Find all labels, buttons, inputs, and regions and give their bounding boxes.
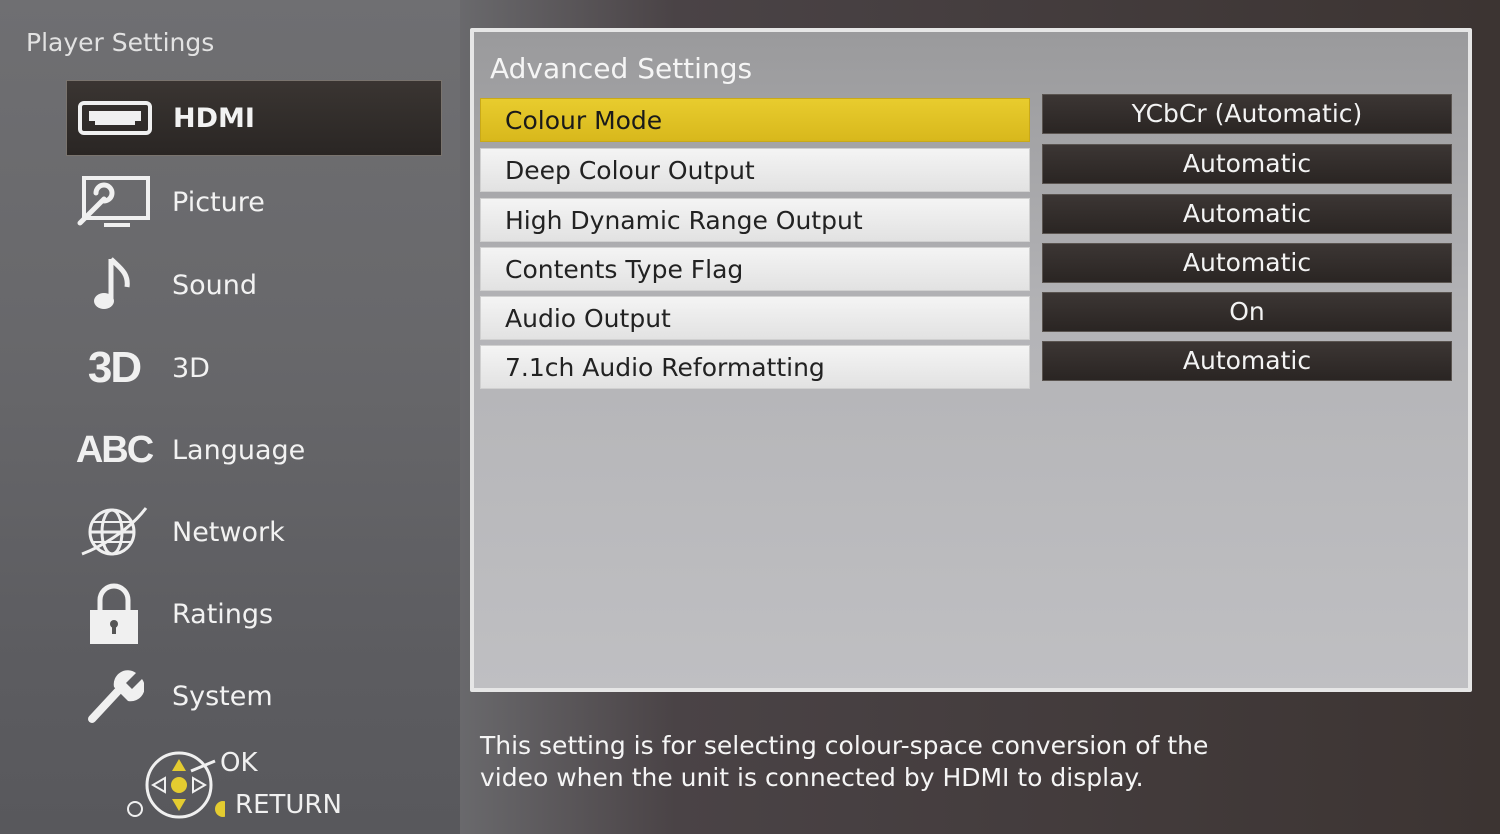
- description-line: This setting is for selecting colour-spa…: [480, 731, 1209, 760]
- player-settings-screen: Player Settings HDMI Picture Sound 3D 3D…: [0, 0, 1500, 834]
- setting-value[interactable]: On: [1042, 292, 1452, 332]
- sidebar-item-ratings[interactable]: Ratings: [66, 576, 442, 652]
- setting-row-hdr-output[interactable]: High Dynamic Range Output Automatic: [480, 194, 1452, 244]
- setting-label: 7.1ch Audio Reformatting: [480, 345, 1030, 389]
- ok-label: OK: [220, 748, 258, 778]
- hdmi-icon: [67, 88, 163, 148]
- sidebar-item-picture[interactable]: Picture: [66, 164, 442, 240]
- panel-title: Advanced Settings: [490, 52, 753, 85]
- sidebar: Player Settings HDMI Picture Sound 3D 3D…: [0, 0, 460, 834]
- lock-icon: [66, 583, 162, 644]
- remote-nav-hint: OK RETURN: [125, 745, 365, 830]
- sidebar-title: Player Settings: [26, 28, 215, 57]
- setting-value[interactable]: Automatic: [1042, 144, 1452, 184]
- return-label: RETURN: [235, 790, 342, 820]
- sidebar-item-label: System: [172, 680, 273, 712]
- language-icon: ABC: [75, 428, 154, 471]
- setting-value[interactable]: Automatic: [1042, 341, 1452, 381]
- sidebar-item-label: Network: [172, 516, 285, 548]
- setting-row-audio-output[interactable]: Audio Output On: [480, 292, 1452, 342]
- sidebar-item-language[interactable]: ABC Language: [66, 412, 442, 488]
- setting-row-deep-colour-output[interactable]: Deep Colour Output Automatic: [480, 144, 1452, 194]
- sidebar-item-label: Ratings: [172, 598, 274, 630]
- picture-icon: [66, 172, 162, 232]
- setting-label: Deep Colour Output: [480, 148, 1030, 192]
- sidebar-item-network[interactable]: Network: [66, 494, 442, 570]
- setting-row-colour-mode[interactable]: Colour Mode YCbCr (Automatic): [480, 94, 1452, 144]
- setting-value[interactable]: YCbCr (Automatic): [1042, 94, 1452, 134]
- setting-value[interactable]: Automatic: [1042, 194, 1452, 234]
- 3d-icon: 3D: [87, 343, 142, 392]
- sidebar-item-label: Sound: [172, 269, 258, 301]
- sidebar-item-sound[interactable]: Sound: [66, 247, 442, 323]
- setting-value[interactable]: Automatic: [1042, 243, 1452, 283]
- globe-icon: [66, 502, 162, 562]
- setting-row-contents-type-flag[interactable]: Contents Type Flag Automatic: [480, 243, 1452, 293]
- sidebar-item-label: Picture: [172, 186, 265, 218]
- description-line: video when the unit is connected by HDMI…: [480, 763, 1144, 792]
- setting-description: This setting is for selecting colour-spa…: [480, 730, 1300, 794]
- setting-label: Audio Output: [480, 296, 1030, 340]
- wrench-icon: [66, 666, 162, 726]
- music-note-icon: [66, 255, 162, 315]
- sidebar-item-system[interactable]: System: [66, 658, 442, 734]
- advanced-settings-panel: Advanced Settings Colour Mode YCbCr (Aut…: [470, 28, 1472, 692]
- sidebar-item-label: 3D: [172, 352, 210, 384]
- sidebar-item-3d[interactable]: 3D 3D: [66, 330, 442, 406]
- sidebar-item-label: Language: [172, 434, 306, 466]
- sidebar-item-hdmi[interactable]: HDMI: [66, 80, 442, 156]
- sidebar-item-label: HDMI: [173, 102, 255, 134]
- setting-label: Colour Mode: [480, 98, 1030, 142]
- setting-row-audio-reformatting[interactable]: 7.1ch Audio Reformatting Automatic: [480, 341, 1452, 391]
- setting-label: High Dynamic Range Output: [480, 198, 1030, 242]
- setting-label: Contents Type Flag: [480, 247, 1030, 291]
